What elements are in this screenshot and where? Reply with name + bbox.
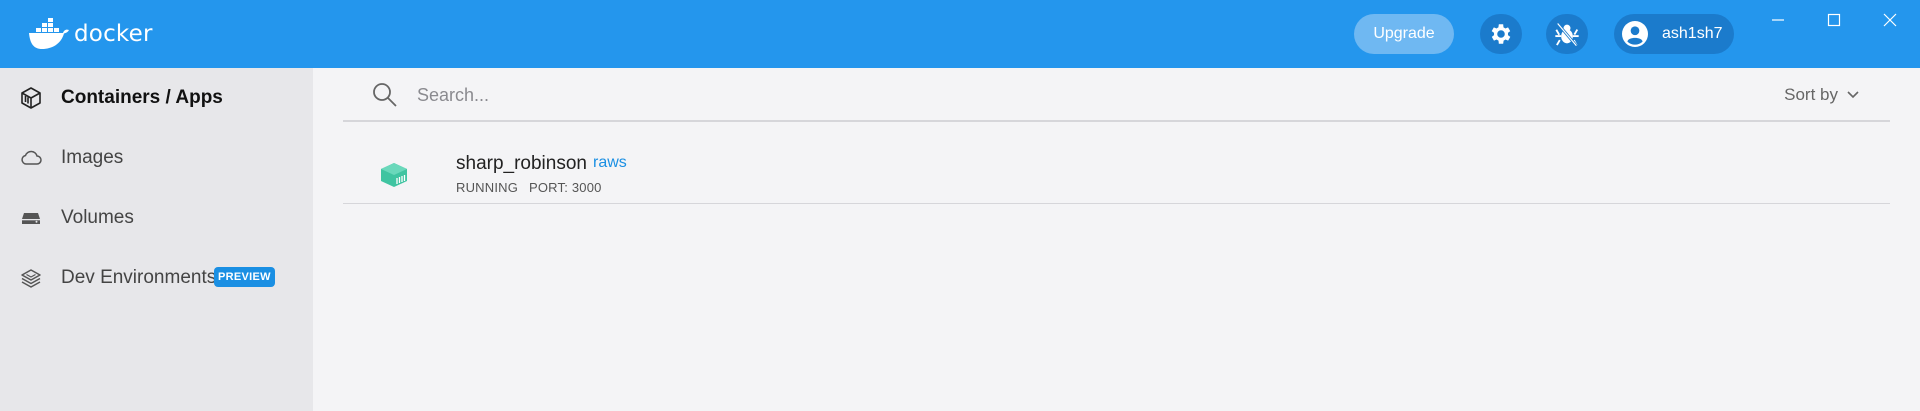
minimize-icon bbox=[1772, 19, 1784, 21]
bug-icon bbox=[1555, 22, 1579, 47]
chevron-down-icon bbox=[1847, 91, 1859, 99]
maximize-icon bbox=[1827, 13, 1841, 27]
sidebar-item-label: Volumes bbox=[61, 207, 134, 228]
user-avatar-icon bbox=[1622, 21, 1648, 47]
container-running-icon bbox=[381, 163, 407, 187]
maximize-window-button[interactable] bbox=[1814, 8, 1854, 32]
container-name[interactable]: sharp_robinson bbox=[456, 153, 587, 175]
main-content: Sort by sharp_robinson raws RUNNING PORT… bbox=[313, 68, 1920, 411]
sidebar-item-dev-environments[interactable]: Dev Environments PREVIEW bbox=[0, 256, 313, 300]
search-bar: Sort by bbox=[343, 68, 1890, 122]
sidebar-item-label: Containers / Apps bbox=[61, 87, 223, 108]
upgrade-button[interactable]: Upgrade bbox=[1354, 14, 1454, 54]
troubleshoot-button[interactable] bbox=[1546, 14, 1588, 54]
sidebar-item-label: Dev Environments bbox=[61, 267, 217, 288]
user-account-button[interactable]: ash1sh7 bbox=[1614, 14, 1734, 54]
close-window-button[interactable] bbox=[1870, 8, 1910, 32]
search-input[interactable] bbox=[417, 80, 1417, 110]
sort-by-dropdown[interactable]: Sort by bbox=[1784, 82, 1860, 108]
container-image-link[interactable]: raws bbox=[593, 154, 627, 172]
gear-icon bbox=[1491, 24, 1511, 44]
app-header: docker Upgrade ash1sh7 bbox=[0, 0, 1920, 68]
settings-button[interactable] bbox=[1480, 14, 1522, 54]
sidebar-item-containers[interactable]: Containers / Apps bbox=[0, 76, 313, 120]
container-box-icon bbox=[19, 86, 43, 110]
container-port: PORT: 3000 bbox=[529, 180, 602, 195]
user-name: ash1sh7 bbox=[1662, 25, 1723, 42]
close-icon bbox=[1883, 13, 1897, 27]
sidebar: Containers / Apps Images Volumes Dev Env… bbox=[0, 68, 313, 411]
docker-whale-icon bbox=[29, 18, 69, 49]
sidebar-item-images[interactable]: Images bbox=[0, 136, 313, 180]
docker-logo: docker bbox=[28, 16, 153, 52]
search-icon bbox=[373, 83, 397, 107]
sort-by-label: Sort by bbox=[1784, 85, 1838, 104]
container-status: RUNNING bbox=[456, 180, 519, 195]
sidebar-item-volumes[interactable]: Volumes bbox=[0, 196, 313, 240]
hard-drive-icon bbox=[19, 206, 43, 230]
cloud-icon bbox=[19, 146, 43, 170]
minimize-window-button[interactable] bbox=[1758, 8, 1798, 32]
sidebar-item-label: Images bbox=[61, 147, 124, 168]
layers-icon bbox=[19, 266, 43, 290]
brand-name: docker bbox=[74, 21, 153, 47]
preview-badge: PREVIEW bbox=[214, 267, 275, 287]
